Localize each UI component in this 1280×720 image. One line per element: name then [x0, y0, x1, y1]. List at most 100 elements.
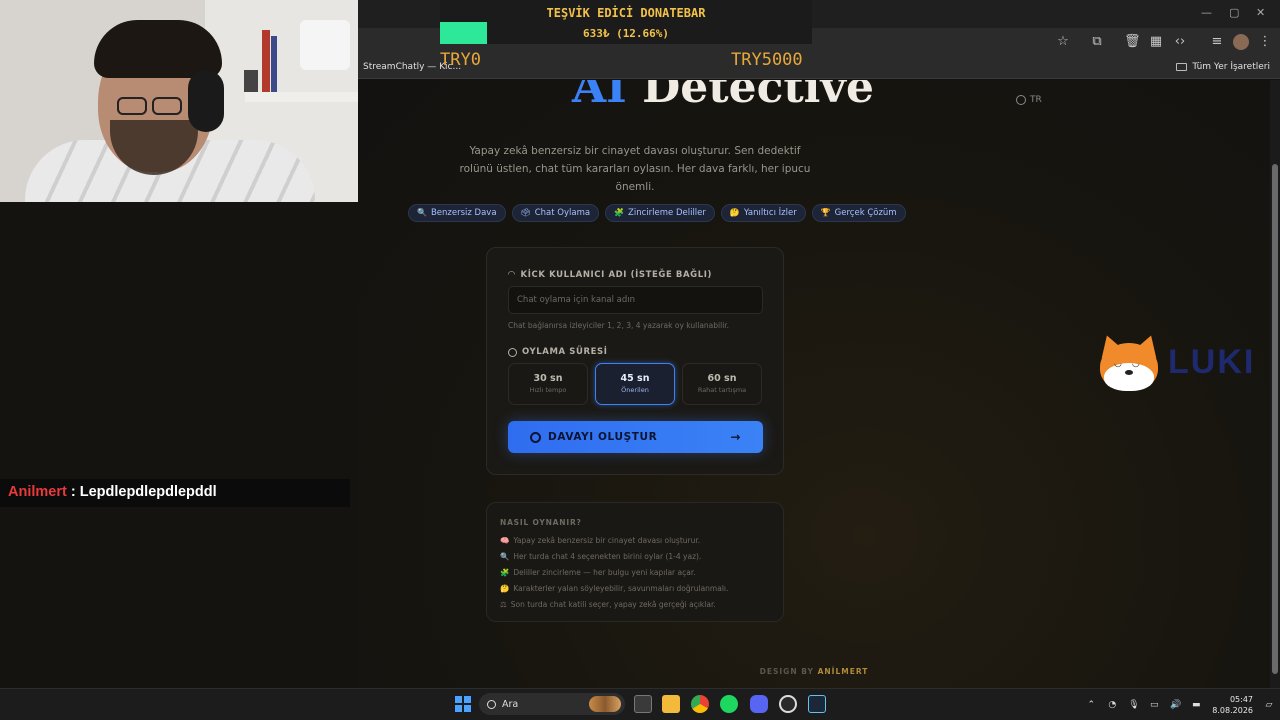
start-button[interactable] [455, 696, 471, 712]
language-label: TR [1030, 95, 1042, 105]
gauge-icon[interactable]: ◔ [1107, 700, 1117, 710]
how-item: 🤔 Karakterler yalan söyleyebilir, savunma… [500, 584, 728, 593]
chat-message: Lepdlepdlepdlepddl [79, 484, 217, 500]
donate-amount: 633₺ (12.66%) [582, 27, 670, 40]
language-selector[interactable]: TR [1016, 95, 1042, 105]
clock-icon [508, 347, 517, 357]
file-explorer-icon[interactable] [662, 695, 680, 713]
how-item: 🔍 Her turda chat 4 seçenekten birini oyla… [500, 552, 701, 561]
how-item-text: Karakterler yalan söyleyebilir, savunmal… [513, 584, 729, 593]
clock-date: 8.08.2026 [1212, 706, 1253, 715]
kick-hint: Chat bağlanırsa izleyiciler 1, 2, 3, 4 y… [508, 321, 730, 330]
steam-icon[interactable] [808, 695, 826, 713]
profile-avatar[interactable] [1233, 34, 1249, 50]
taskbar-search[interactable]: Ara [479, 693, 625, 715]
create-case-label: DAVAYI OLUŞTUR [548, 431, 658, 443]
chip-benzersiz-dava: 🔍 Benzersiz Dava [408, 204, 506, 222]
chip-gercek-cozum: 🏆 Gerçek Çözüm [811, 204, 906, 222]
display-icon[interactable]: ▭ [1149, 700, 1159, 710]
trash-icon[interactable]: 🗑 [1124, 34, 1141, 50]
trophy-icon: 🏆 [820, 208, 831, 217]
chat-username: Anilmert [8, 484, 67, 500]
devtools-icon[interactable]: ‹› [1172, 34, 1188, 50]
feature-chips: 🔍 Benzersiz Dava 🗳 Chat Oylama 🧩 Zincirleme… [408, 204, 906, 222]
thinking-face-icon: 🤔 [729, 208, 740, 217]
volume-icon[interactable]: 🔊 [1170, 700, 1181, 710]
duration-option-45[interactable]: 45 sn Önerilen [595, 363, 675, 405]
scroll-thumb[interactable] [1272, 164, 1278, 674]
donate-bar: TEŞVİK EDİCİ DONATEBAR 633₺ (12.66%) [440, 0, 812, 44]
page-subtitle: Yapay zekâ benzersiz bir cinayet davası … [459, 145, 811, 193]
notification-icon[interactable]: ▱ [1264, 700, 1274, 710]
chip-label: Yanıltıcı İzler [743, 208, 797, 218]
menu-icon[interactable]: ⋮ [1257, 34, 1273, 50]
title-detective: Detective [642, 80, 874, 113]
all-bookmarks[interactable]: Tüm Yer İşaretleri [1176, 62, 1270, 72]
luki-logo: ◡◡ LUKI [1095, 331, 1266, 393]
how-item-text: Son turda chat katili seçer, yapay zekâ … [510, 600, 716, 609]
magnifier-icon: 🔍 [417, 208, 427, 217]
option-value: 60 sn [707, 373, 737, 384]
taskbar-search-label: Ara [502, 698, 519, 710]
globe-icon [1016, 95, 1026, 105]
restore-icon[interactable]: ▢ [1229, 6, 1239, 19]
donate-min-label: TRY0 [440, 50, 481, 70]
fox-nose [1125, 370, 1133, 375]
credit-name: ANİLMERT [817, 667, 869, 676]
search-icon [530, 431, 541, 443]
kick-username-label: ◠ KİCK KULLANICI ADI (İSTEĞE BAĞLI) [508, 270, 712, 280]
minimize-icon[interactable]: — [1201, 6, 1212, 19]
fox-eyes: ◡◡ [1114, 359, 1150, 369]
option-sub: Önerilen [621, 386, 649, 394]
extensions-icon[interactable]: ⧉ [1089, 34, 1105, 50]
chevron-up-icon[interactable]: ⌃ [1086, 700, 1096, 710]
page-title: AI Detective [523, 80, 923, 120]
close-icon[interactable]: ✕ [1256, 6, 1265, 19]
chrome-icon[interactable] [691, 695, 709, 713]
how-item-text: Deliller zincirleme — her bulgu yeni kap… [513, 568, 696, 577]
chip-chat-oylama: 🗳 Chat Oylama [511, 204, 600, 222]
task-view-icon[interactable] [634, 695, 652, 713]
spotify-icon[interactable] [720, 695, 738, 713]
brain-icon: 🧠 [500, 536, 510, 545]
vote-duration-label-text: OYLAMA SÜRESİ [522, 347, 608, 357]
reading-list-icon[interactable]: ≡ [1209, 34, 1225, 50]
option-value: 30 sn [533, 373, 563, 384]
headphones [188, 70, 224, 132]
duration-option-60[interactable]: 60 sn Rahat tartışma [682, 363, 762, 405]
battery-icon[interactable]: ▬ [1191, 700, 1201, 710]
puzzle-icon: 🧩 [500, 568, 510, 577]
design-credit: DESIGN BY ANİLMERT [358, 667, 1270, 676]
clock[interactable]: 05:47 8.08.2026 [1212, 694, 1253, 716]
title-ai: AI [572, 80, 627, 113]
bookmark-star-icon[interactable]: ☆ [1055, 34, 1071, 50]
search-highlight-image [589, 696, 621, 712]
how-item: 🧠 Yapay zekâ benzersiz bir cinayet davası… [500, 536, 700, 545]
how-item-text: Her turda chat 4 seçenekten birini oylar… [513, 552, 702, 561]
book [244, 70, 258, 92]
how-item-text: Yapay zekâ benzersiz bir cinayet davası … [513, 536, 701, 545]
donate-max-label: TRY5000 [731, 50, 803, 70]
grid-icon[interactable]: ▦ [1148, 34, 1164, 50]
chat-overlay: Anilmert : Lepdlepdlepdlepddl [0, 479, 350, 507]
shelf [245, 92, 358, 102]
glasses [152, 97, 182, 115]
option-value: 45 sn [620, 373, 650, 384]
page-scrollbar[interactable] [1270, 80, 1280, 688]
chip-label: Zincirleme Deliller [628, 208, 706, 218]
kick-username-input[interactable] [508, 286, 763, 314]
luki-wordmark: LUKI [1168, 343, 1256, 381]
obs-icon[interactable] [779, 695, 797, 713]
option-sub: Rahat tartışma [697, 386, 747, 394]
discord-icon[interactable] [750, 695, 768, 713]
mic-icon[interactable]: 🎙 [1128, 700, 1139, 710]
puzzle-icon: 🧩 [614, 208, 625, 217]
duration-option-30[interactable]: 30 sn Hızlı tempo [508, 363, 588, 405]
setup-card: ◠ KİCK KULLANICI ADI (İSTEĞE BAĞLI) Chat… [486, 247, 784, 475]
book [271, 36, 277, 92]
search-icon [487, 699, 496, 709]
magnifier-icon: 🔍 [500, 552, 510, 561]
webcam-overlay [0, 0, 358, 202]
create-case-button[interactable]: DAVAYI OLUŞTUR → [508, 421, 763, 453]
thinking-face-icon: 🤔 [500, 584, 510, 593]
